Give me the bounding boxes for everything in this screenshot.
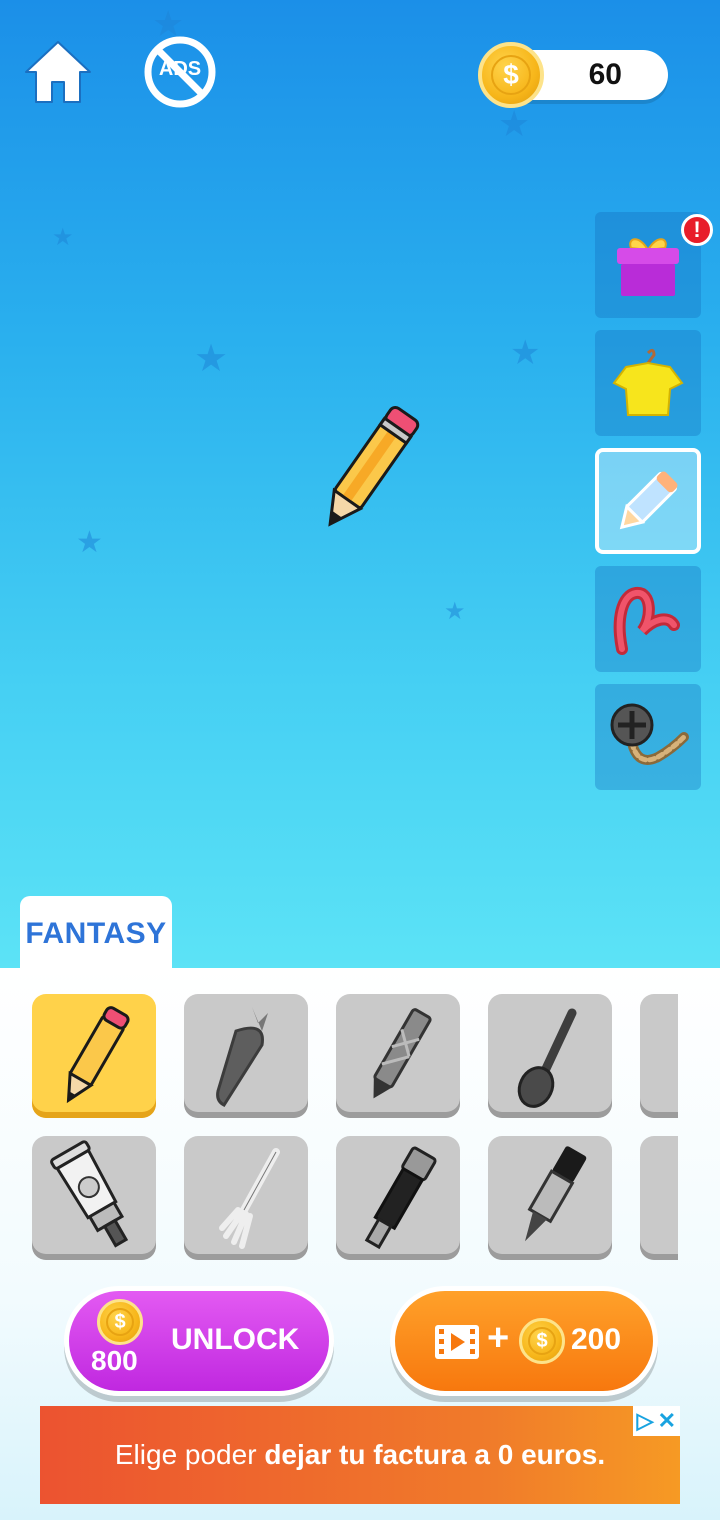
adchoices-icon: ▷ [636,1408,654,1433]
pencil-icon [619,471,678,530]
item-carrot[interactable] [184,994,308,1118]
fork-icon [219,1148,280,1249]
unlock-button[interactable]: $ 800 UNLOCK [64,1286,334,1396]
pencil-preview [328,405,420,527]
shirt-icon [612,348,684,416]
home-button[interactable] [20,34,96,110]
home-icon [25,41,91,103]
coin-icon: $ [519,1318,565,1364]
item-marker[interactable] [488,1136,612,1260]
telescope-icon [364,1146,437,1250]
ad-text-bold: dejar tu factura a 0 euros. [264,1439,606,1470]
tab-shirt[interactable] [595,330,701,436]
spoon-icon [517,1008,577,1108]
tab-fantasy[interactable]: FANTASY [20,896,172,972]
star-decoration: ★ [510,334,541,372]
watch-video-button[interactable]: + $ 200 [390,1286,658,1396]
item-grid [32,994,678,1266]
glue-tube-icon [50,1140,129,1248]
star-decoration: ★ [194,338,229,380]
tab-gift[interactable]: ! [595,212,713,318]
trail-icon [613,587,680,655]
tab-pencil[interactable] [595,448,701,554]
item-pen[interactable] [336,994,460,1118]
item-telescope[interactable] [336,1136,460,1260]
gift-icon [617,238,679,296]
star-decoration: ★ [444,598,466,625]
coin-count: 60 [588,58,622,91]
reward-amount: 200 [571,1323,622,1356]
tab-trail[interactable] [595,566,701,672]
alert-badge: ! [681,214,713,246]
ad-text-regular: Elige poder [114,1439,265,1470]
item-partial[interactable] [640,1136,678,1260]
pencil-icon [66,1006,130,1104]
coin-icon: $ [97,1299,143,1345]
unlock-cost: 800 [91,1345,138,1376]
item-fork[interactable] [184,1136,308,1260]
ad-choices[interactable]: ▷ ✕ [632,1406,680,1436]
item-spoon[interactable] [488,994,612,1118]
video-icon [435,1325,479,1359]
item-pencil[interactable] [32,994,156,1118]
star-decoration: ★ [76,526,103,559]
no-ads-label: ADS [158,58,202,80]
pen-icon [373,1008,432,1099]
ad-banner[interactable]: Elige poder dejar tu factura a 0 euros. … [40,1406,680,1504]
item-glue-tube[interactable] [32,1136,156,1260]
carrot-icon [216,1007,268,1107]
unlock-label: UNLOCK [171,1323,300,1356]
star-decoration: ★ [498,103,531,144]
star-decoration: ★ [52,224,74,251]
marker-icon [525,1146,587,1242]
item-knife[interactable] [640,994,678,1118]
close-icon[interactable]: ✕ [658,1410,676,1432]
plus-sign: + [487,1317,510,1359]
coin-icon: $ [478,42,544,108]
wheel-trail-icon [610,703,689,765]
remove-ads-button[interactable]: ADS [142,34,218,110]
tab-wheel-trail[interactable] [595,684,701,790]
